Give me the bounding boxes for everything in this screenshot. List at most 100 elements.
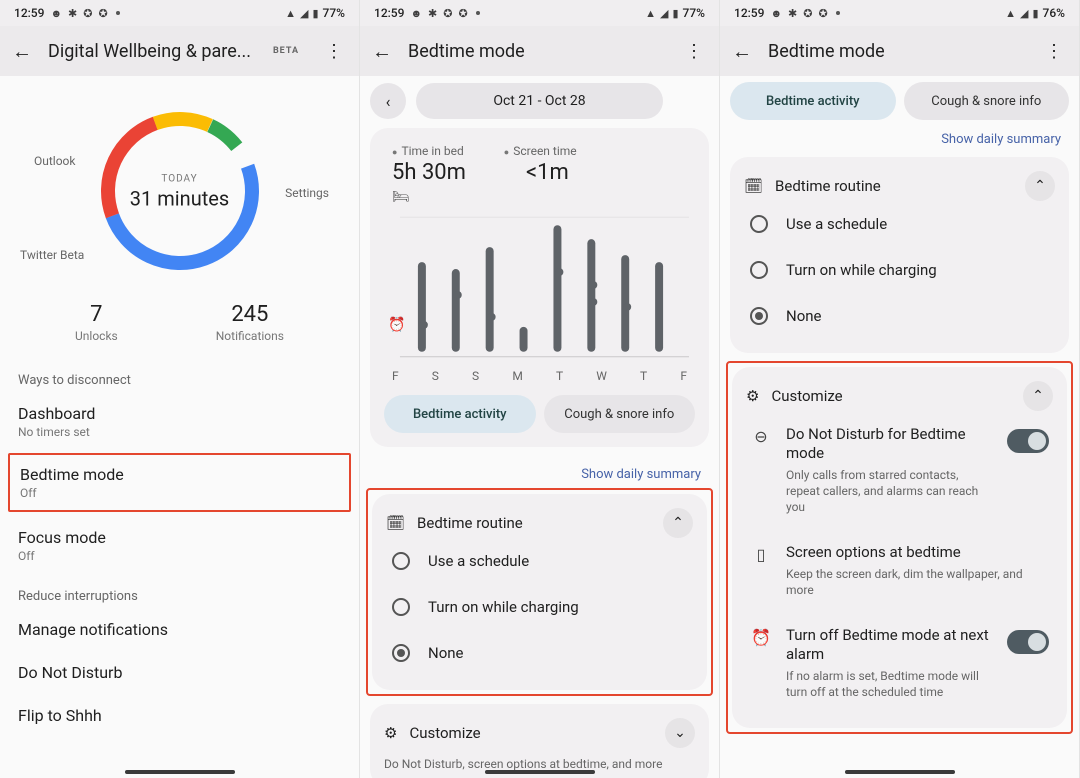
- customize-title: Customize: [771, 387, 842, 405]
- highlight-customize: ⚙ Customize ⌃ ⊖ Do Not Disturb for Bedti…: [726, 361, 1073, 734]
- radio-label: Turn on while charging: [786, 261, 937, 279]
- day-label: F: [392, 369, 399, 383]
- opt3-sub: If no alarm is set, Bedtime mode will tu…: [786, 668, 993, 700]
- back-button[interactable]: ←: [372, 39, 392, 64]
- toggle-dnd-bedtime[interactable]: [1007, 429, 1049, 453]
- overflow-menu-button[interactable]: ⋮: [681, 41, 707, 62]
- screen-digital-wellbeing: 12:59 ☻ ✱ ✪ ✪ ▲ ◢ ▮ 77% ← Digital Wellbe…: [0, 0, 360, 778]
- gesture-nav-bar[interactable]: [845, 770, 955, 774]
- chip-bedtime-activity[interactable]: Bedtime activity: [730, 82, 896, 120]
- radio-use-schedule[interactable]: Use a schedule: [744, 201, 1055, 247]
- status-time: 12:59: [374, 6, 404, 20]
- messenger-icon: ☻: [770, 7, 782, 20]
- day-label: S: [432, 369, 439, 383]
- section-ways: Ways to disconnect: [0, 359, 359, 392]
- usage-donut-chart[interactable]: TODAY 31 minutes Outlook Settings Twitte…: [0, 76, 359, 286]
- screen-time-value: <1m: [526, 160, 569, 185]
- day-label: W: [596, 369, 607, 383]
- option-turnoff-next-alarm[interactable]: ⏰ Turn off Bedtime mode at next alarm If…: [746, 612, 1053, 714]
- dashboard-title: Dashboard: [18, 404, 341, 423]
- bedtime-chart[interactable]: ⏰: [390, 207, 689, 365]
- customize-header[interactable]: ⚙ Customize ⌃: [746, 381, 1053, 411]
- chevron-up-icon[interactable]: ⌃: [1025, 171, 1055, 201]
- back-button[interactable]: ←: [12, 39, 32, 64]
- alarm-icon: ⏰: [388, 317, 405, 333]
- gesture-nav-bar[interactable]: [485, 770, 595, 774]
- radio-use-schedule[interactable]: Use a schedule: [386, 538, 693, 584]
- opt2-sub: Keep the screen dark, dim the wallpaper,…: [786, 566, 1049, 598]
- chevron-up-icon[interactable]: ⌃: [1023, 381, 1053, 411]
- activity-card-tail: Bedtime activity Cough & snore info: [730, 82, 1069, 120]
- chip-bedtime-activity[interactable]: Bedtime activity: [384, 395, 536, 433]
- title-bar: ← Bedtime mode ⋮: [360, 26, 719, 76]
- bedtime-routine-header[interactable]: 🗓 Bedtime routine ⌃: [744, 171, 1055, 201]
- radio-label: Turn on while charging: [428, 598, 579, 616]
- show-daily-summary-link[interactable]: Show daily summary: [720, 120, 1079, 149]
- unlocks-label: Unlocks: [75, 329, 118, 343]
- dnd-icon: ⊖: [750, 427, 772, 446]
- chevron-down-icon[interactable]: ⌄: [665, 718, 695, 748]
- customize-card-collapsed[interactable]: ⚙ Customize ⌄ Do Not Disturb, screen opt…: [370, 704, 709, 778]
- row-bedtime-mode[interactable]: Bedtime mode Off: [10, 455, 349, 510]
- today-label: TODAY: [130, 173, 229, 184]
- donut-label-outlook: Outlook: [34, 154, 75, 168]
- radio-icon-selected: [750, 307, 768, 325]
- radio-label: None: [786, 307, 822, 325]
- page-title: Digital Wellbeing & pare...: [48, 41, 257, 62]
- overflow-menu-button[interactable]: ⋮: [321, 41, 347, 62]
- show-daily-summary-link[interactable]: Show daily summary: [360, 455, 719, 484]
- chart-x-axis: F S S M T W T F: [392, 369, 687, 383]
- app-icon: ✪: [458, 7, 467, 20]
- date-range-label[interactable]: Oct 21 - Oct 28: [416, 83, 663, 119]
- app-icon: ✪: [98, 7, 107, 20]
- slack-icon: ✱: [68, 7, 77, 20]
- row-flip-to-shhh[interactable]: Flip to Shhh: [0, 694, 359, 737]
- radio-label: Use a schedule: [786, 215, 887, 233]
- signal-icon: ◢: [660, 7, 668, 20]
- radio-none[interactable]: None: [744, 293, 1055, 339]
- customize-header[interactable]: ⚙ Customize ⌄: [384, 718, 695, 748]
- battery-icon: ▮: [672, 7, 678, 20]
- radio-icon-selected: [392, 644, 410, 662]
- gear-icon: ⚙: [746, 387, 759, 405]
- notifications-number: 245: [216, 302, 284, 327]
- unlocks-number: 7: [75, 302, 118, 327]
- beta-badge: BETA: [273, 46, 299, 56]
- day-label: S: [472, 369, 479, 383]
- customize-title: Customize: [409, 724, 480, 742]
- tab-chips: Bedtime activity Cough & snore info: [384, 395, 695, 433]
- row-dashboard[interactable]: Dashboard No timers set: [0, 392, 359, 451]
- overflow-menu-button[interactable]: ⋮: [1041, 41, 1067, 62]
- flip-label: Flip to Shhh: [18, 706, 341, 725]
- radio-turn-on-charging[interactable]: Turn on while charging: [386, 584, 693, 630]
- radio-none[interactable]: None: [386, 630, 693, 676]
- day-label: T: [556, 369, 563, 383]
- opt1-title: Do Not Disturb for Bedtime mode: [786, 425, 993, 463]
- option-dnd-bedtime[interactable]: ⊖ Do Not Disturb for Bedtime mode Only c…: [746, 411, 1053, 529]
- row-focus-mode[interactable]: Focus mode Off: [0, 516, 359, 575]
- chip-cough-snore[interactable]: Cough & snore info: [544, 395, 696, 433]
- toggle-next-alarm[interactable]: [1007, 630, 1049, 654]
- prev-week-button[interactable]: ‹: [370, 83, 406, 119]
- focus-sub: Off: [18, 549, 341, 563]
- phone-icon: ▯: [750, 545, 772, 564]
- back-button[interactable]: ←: [732, 39, 752, 64]
- option-screen-bedtime[interactable]: ▯ Screen options at bedtime Keep the scr…: [746, 529, 1053, 612]
- activity-card: Time in bed Screen time 5h 30m <1m 🛏 ⏰: [370, 128, 709, 447]
- calendar-icon: 🗓: [386, 514, 405, 532]
- chip-cough-snore[interactable]: Cough & snore info: [904, 82, 1070, 120]
- chevron-up-icon[interactable]: ⌃: [663, 508, 693, 538]
- radio-turn-on-charging[interactable]: Turn on while charging: [744, 247, 1055, 293]
- row-do-not-disturb[interactable]: Do Not Disturb: [0, 651, 359, 694]
- bedtime-sub: Off: [20, 486, 339, 500]
- row-manage-notifications[interactable]: Manage notifications: [0, 608, 359, 651]
- bed-icon: 🛏: [392, 189, 687, 205]
- title-bar: ← Digital Wellbeing & pare... BETA ⋮: [0, 26, 359, 76]
- legend-time-in-bed: Time in bed: [392, 144, 464, 158]
- bedtime-routine-card: 🗓 Bedtime routine ⌃ Use a schedule Turn …: [730, 157, 1069, 353]
- page-title: Bedtime mode: [768, 41, 1025, 62]
- bedtime-routine-header[interactable]: 🗓 Bedtime routine ⌃: [386, 508, 693, 538]
- notifications-metric[interactable]: 245 Notifications: [216, 302, 284, 343]
- unlocks-metric[interactable]: 7 Unlocks: [75, 302, 118, 343]
- gesture-nav-bar[interactable]: [125, 770, 235, 774]
